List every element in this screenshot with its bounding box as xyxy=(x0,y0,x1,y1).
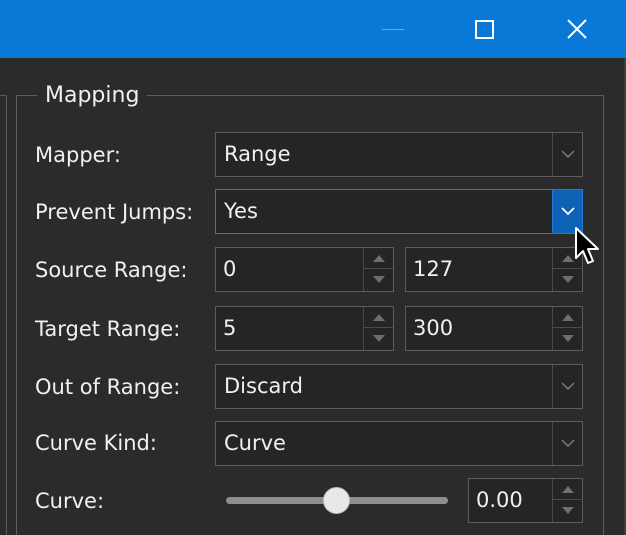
target-range-max-spinbox[interactable]: 300 xyxy=(405,306,583,351)
spin-up-button[interactable] xyxy=(553,307,582,328)
left-panel-edge xyxy=(0,95,7,535)
mapping-group-title: Mapping xyxy=(37,81,148,111)
curve-slider-thumb[interactable] xyxy=(323,487,350,514)
out-of-range-label: Out of Range: xyxy=(35,375,181,399)
spin-buttons xyxy=(552,307,582,350)
triangle-down-icon xyxy=(561,335,574,342)
spin-buttons xyxy=(363,307,393,350)
spin-down-button[interactable] xyxy=(553,500,582,521)
source-range-label: Source Range: xyxy=(35,258,188,282)
curve-kind-dropdown-button[interactable] xyxy=(552,422,582,465)
maximize-icon xyxy=(474,19,494,39)
target-range-min-value: 5 xyxy=(223,316,237,340)
spin-up-button[interactable] xyxy=(364,248,393,269)
spin-down-button[interactable] xyxy=(553,328,582,349)
close-button[interactable] xyxy=(554,0,600,58)
maximize-button[interactable] xyxy=(461,0,507,58)
spin-down-button[interactable] xyxy=(553,269,582,290)
triangle-up-icon xyxy=(561,313,574,321)
chevron-down-icon xyxy=(560,382,575,391)
chevron-down-icon xyxy=(560,439,575,448)
curve-kind-label: Curve Kind: xyxy=(35,431,157,455)
mouse-cursor-icon xyxy=(575,227,599,264)
source-range-min-value: 0 xyxy=(223,257,237,281)
triangle-up-icon xyxy=(561,254,574,262)
close-icon xyxy=(567,19,587,39)
triangle-down-icon xyxy=(372,335,385,342)
triangle-down-icon xyxy=(561,507,574,514)
curve-value: 0.00 xyxy=(476,488,523,512)
mapper-label: Mapper: xyxy=(35,143,121,167)
triangle-down-icon xyxy=(372,276,385,283)
spin-up-button[interactable] xyxy=(553,479,582,500)
triangle-up-icon xyxy=(372,313,385,321)
mapper-dropdown-button[interactable] xyxy=(552,133,582,176)
spin-buttons xyxy=(552,479,582,522)
source-range-min-spinbox[interactable]: 0 xyxy=(215,247,394,292)
prevent-jumps-label: Prevent Jumps: xyxy=(35,200,194,224)
spin-down-button[interactable] xyxy=(364,328,393,349)
minimize-icon xyxy=(382,28,404,30)
title-bar xyxy=(0,0,626,58)
curve-label: Curve: xyxy=(35,489,105,513)
mapper-combobox[interactable]: Range xyxy=(215,132,583,177)
chevron-down-icon xyxy=(560,150,575,159)
chevron-down-icon xyxy=(560,207,575,216)
curve-kind-combobox[interactable]: Curve xyxy=(215,421,583,466)
triangle-up-icon xyxy=(372,254,385,262)
mapper-value: Range xyxy=(224,142,291,166)
prevent-jumps-combobox[interactable]: Yes xyxy=(215,189,583,234)
spin-down-button[interactable] xyxy=(364,269,393,290)
out-of-range-dropdown-button[interactable] xyxy=(552,365,582,408)
curve-kind-value: Curve xyxy=(224,431,286,455)
target-range-min-spinbox[interactable]: 5 xyxy=(215,306,394,351)
out-of-range-value: Discard xyxy=(224,374,303,398)
triangle-down-icon xyxy=(561,276,574,283)
out-of-range-combobox[interactable]: Discard xyxy=(215,364,583,409)
minimize-button[interactable] xyxy=(370,0,416,58)
target-range-max-value: 300 xyxy=(413,316,454,340)
curve-value-spinbox[interactable]: 0.00 xyxy=(468,478,583,523)
triangle-up-icon xyxy=(561,485,574,493)
source-range-max-spinbox[interactable]: 127 xyxy=(405,247,583,292)
prevent-jumps-value: Yes xyxy=(224,199,258,223)
spin-buttons xyxy=(363,248,393,291)
target-range-label: Target Range: xyxy=(35,317,181,341)
spin-up-button[interactable] xyxy=(364,307,393,328)
source-range-max-value: 127 xyxy=(413,257,454,281)
